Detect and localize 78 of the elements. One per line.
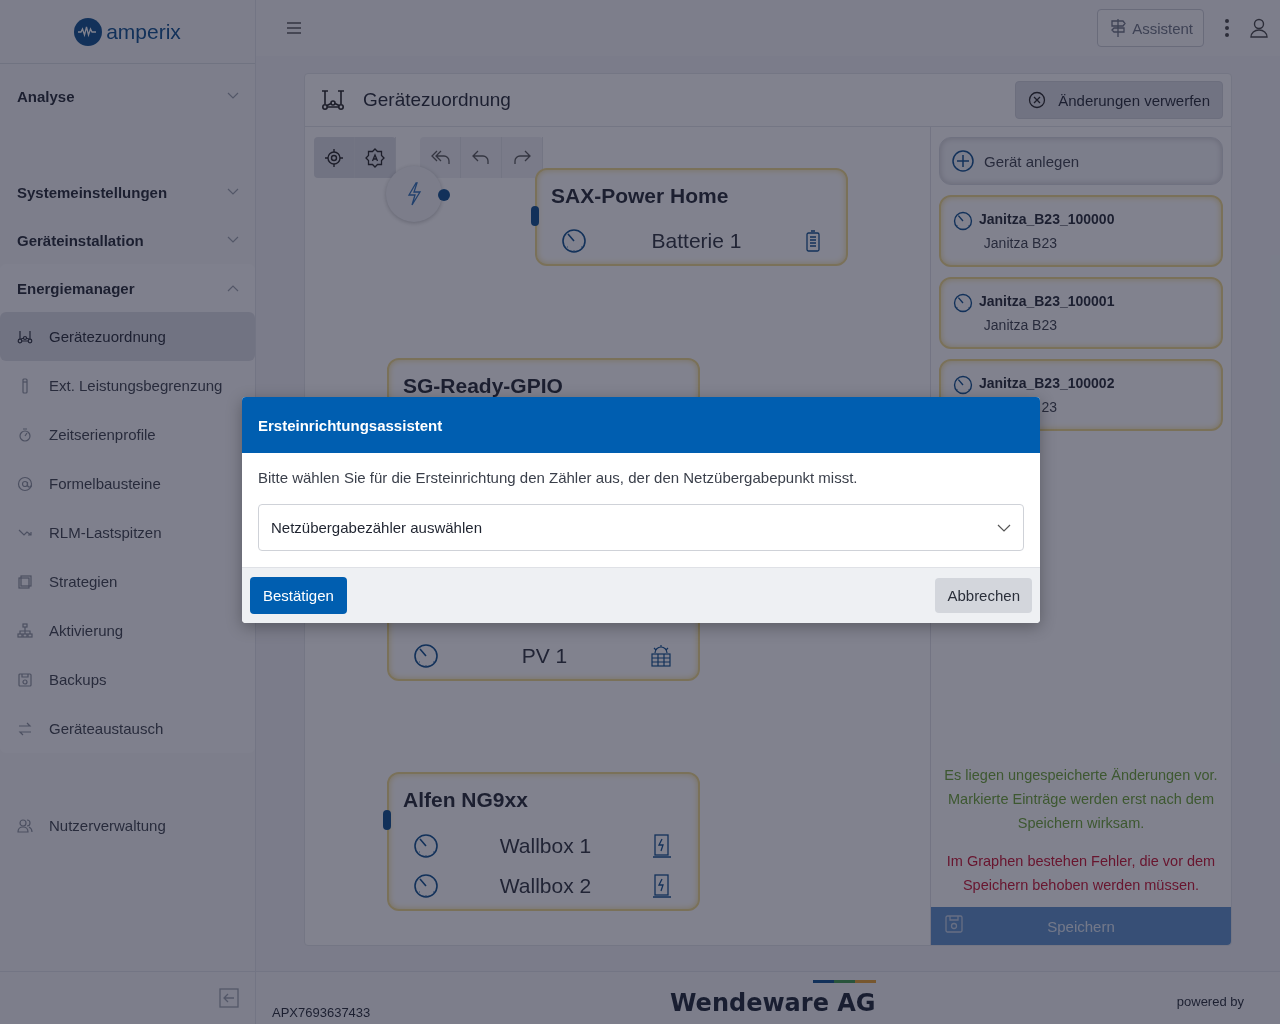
device-label: Wallbox 2 xyxy=(498,874,593,898)
unsaved-changes-notice: Es liegen ungespeicherte Änderungen vor. Markierte Einträge werden erst nach dem Speichern wirksam. xyxy=(943,766,1219,833)
modal-title: Ersteinrichtungsassistent xyxy=(258,416,443,434)
device-label: Wallbox 1 xyxy=(498,834,593,858)
chevron-icon xyxy=(227,236,239,244)
connection-handle[interactable] xyxy=(383,810,391,830)
brand-logo-text: Wendeware AG xyxy=(670,989,876,1017)
device-model: 23 xyxy=(1040,399,1057,415)
chevron-icon xyxy=(227,92,239,100)
nav-item[interactable]: RLM-Lastspitzen xyxy=(0,508,255,557)
gauge-icon xyxy=(953,293,973,313)
device-name: Janitza_B23_100002 xyxy=(979,375,1115,391)
save-button[interactable]: Speichern xyxy=(931,907,1231,945)
gauge-icon xyxy=(413,873,439,899)
assistant-button[interactable]: Assistent xyxy=(1097,9,1204,47)
users-icon xyxy=(17,817,33,834)
gauge-icon xyxy=(413,643,439,669)
serial-number: APX7693637433 xyxy=(272,1005,371,1020)
modal-message: Bitte wählen Sie für die Ersteinrichtung den Zähler aus, der den Netzübergabepunkt misst. xyxy=(258,469,859,486)
wave-logo-icon xyxy=(74,17,103,46)
device-name: Janitza_B23_100001 xyxy=(979,293,1115,309)
device-label: Batterie 1 xyxy=(650,229,743,253)
hierarchy-icon xyxy=(17,622,33,639)
menu-icon[interactable] xyxy=(286,21,302,35)
nav-section[interactable]: Analyse xyxy=(0,72,255,120)
signpost-icon xyxy=(1108,18,1129,38)
collapse-sidebar-icon[interactable] xyxy=(219,988,239,1008)
documents-icon xyxy=(17,573,33,590)
device-name: Janitza_B23_100000 xyxy=(979,211,1115,227)
powered-by-label: powered by xyxy=(1176,994,1244,1009)
close-circle-icon xyxy=(1028,91,1047,109)
badge-a-icon xyxy=(365,147,385,168)
logo-text: amperix xyxy=(106,19,181,44)
gauge-icon xyxy=(953,211,973,231)
graph-icon xyxy=(321,90,345,110)
nav-section[interactable]: Systemeinstellungen xyxy=(0,168,255,216)
color-stripe-icon xyxy=(812,980,876,983)
discard-changes-button[interactable]: Änderungen verwerfen xyxy=(1015,81,1223,119)
add-device-button[interactable]: Gerät anlegen xyxy=(939,137,1223,185)
nav-item[interactable]: Geräteaustausch xyxy=(0,704,255,753)
nav-section[interactable]: Energiemanager xyxy=(0,264,255,312)
plus-circle-icon xyxy=(952,150,974,172)
graph-error-message: Im Graphen bestehen Fehler, die vor dem Speichern behoben werden müssen. xyxy=(945,852,1217,895)
swap-arrows-icon xyxy=(17,720,33,737)
user-icon[interactable] xyxy=(1250,18,1268,38)
lightning-icon xyxy=(406,182,422,206)
at-sign-icon xyxy=(17,475,33,492)
nav-item[interactable]: Formelbausteine xyxy=(0,459,255,508)
nav-item[interactable]: Gerätezuordnung xyxy=(0,312,255,361)
gauge-icon xyxy=(413,833,439,859)
device-model: Janitza B23 xyxy=(982,235,1057,251)
nav-item[interactable]: Backups xyxy=(0,655,255,704)
nav-item[interactable]: Ext. Leistungsbegrenzung xyxy=(0,361,255,410)
cancel-button[interactable]: Abbrechen xyxy=(935,578,1032,613)
confirm-button[interactable]: Bestätigen xyxy=(250,577,347,614)
chevron-icon xyxy=(227,188,239,196)
panel-title: Gerätezuordnung xyxy=(363,89,512,111)
connection-handle[interactable] xyxy=(531,206,539,226)
node-title: Alfen NG9xx xyxy=(403,788,528,812)
device-card[interactable]: Janitza_B23_100001 Janitza B23 xyxy=(939,277,1223,349)
nav-item[interactable]: Nutzerverwaltung xyxy=(0,801,255,850)
node-title: SG-Ready-GPIO xyxy=(403,374,563,398)
device-label: PV 1 xyxy=(520,644,569,668)
meter-select[interactable]: Netzübergabezähler auswählen xyxy=(258,504,1024,551)
gauge-icon xyxy=(953,375,973,395)
device-card[interactable]: Janitza_B23_100000 Janitza B23 xyxy=(939,195,1223,267)
gauge-icon xyxy=(561,228,587,254)
node-title: SAX-Power Home xyxy=(551,184,729,208)
crosshair-icon xyxy=(324,147,344,168)
chevron-icon xyxy=(227,284,239,292)
refresh-icon xyxy=(17,426,33,443)
nav-section[interactable]: Geräteinstallation xyxy=(0,216,255,264)
device-model: Janitza B23 xyxy=(982,317,1057,333)
grid-connection-node[interactable] xyxy=(386,166,442,222)
chevron-icon xyxy=(997,523,1011,532)
more-options-icon[interactable] xyxy=(1224,18,1230,38)
graph-icon xyxy=(17,328,33,345)
nav-item[interactable]: Zeitserienprofile xyxy=(0,410,255,459)
